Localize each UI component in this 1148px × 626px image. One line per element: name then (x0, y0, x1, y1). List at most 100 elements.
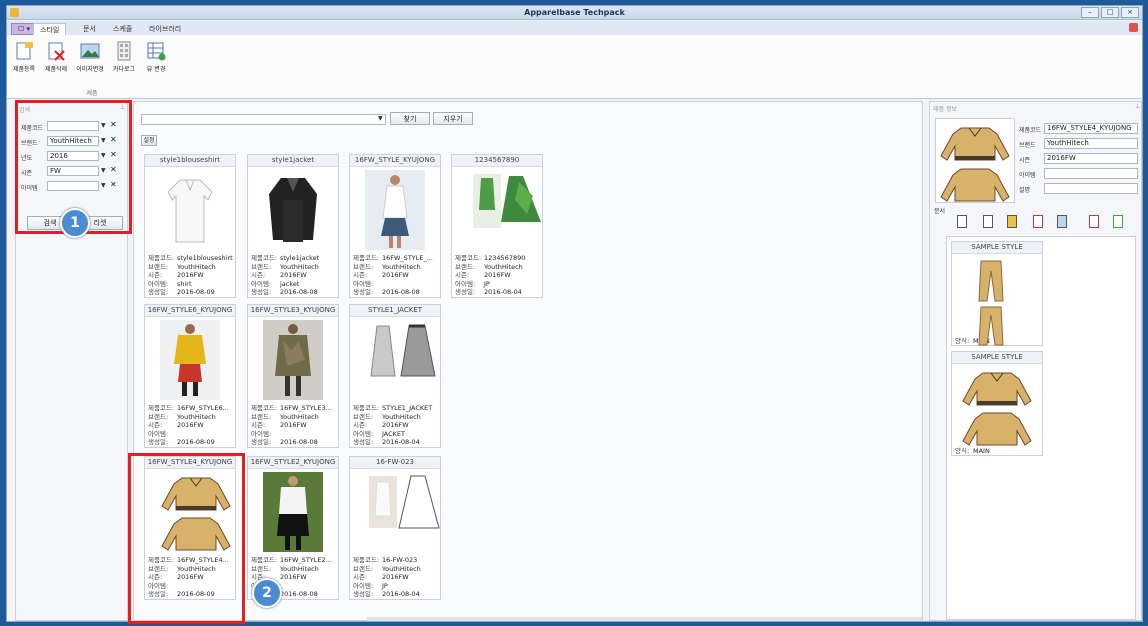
pin-icon[interactable]: ⊥ (1135, 103, 1140, 110)
settings-button[interactable]: 설정 (141, 135, 157, 146)
search-combo[interactable] (141, 114, 386, 125)
info-label: 생성일: (251, 438, 272, 446)
product-code: 16FW_STYLE3... (280, 404, 332, 412)
detail-field-value[interactable]: 16FW_STYLE4_KYUJONG (1044, 123, 1138, 134)
document-thumbnail (961, 257, 1033, 346)
product-created: 2016-08-04 (484, 288, 522, 296)
product-card[interactable]: 1234567890 제품코드: 1234567890 브랜드: YouthHitech… (451, 154, 543, 298)
product-card-info: 제품코드: STYLE1_JACKET 브랜드: YouthHitech 시즌: 2016… (350, 400, 440, 447)
product-brand: YouthHitech (484, 262, 523, 271)
scrollbar-horizontal[interactable] (367, 617, 922, 621)
delete-product-button[interactable]: 제품삭제 (41, 41, 71, 73)
chevron-down-icon[interactable]: ▼ (378, 115, 383, 122)
info-label: 생성일: (353, 288, 374, 296)
detail-field-label: 설명 (1019, 187, 1031, 194)
tab-style[interactable]: 스타일 (33, 23, 67, 35)
new-doc-icon[interactable] (957, 215, 967, 228)
bomber-jacket-back-icon (939, 128, 1011, 205)
maximize-button[interactable]: □ (1101, 7, 1119, 18)
product-card-info: 제품코드: style1jacket 브랜드: YouthHitech 시즌: 2016F… (248, 250, 338, 297)
product-card-title: 1234567890 (452, 155, 542, 167)
detail-field-value[interactable]: YouthHitech (1044, 138, 1138, 149)
info-label: 아이템: (353, 279, 374, 288)
document-thumbnail (961, 367, 1033, 446)
product-created: 2016-08-08 (280, 288, 318, 296)
product-card[interactable]: style1blouseshirt 제품코드: style1blouseshirt 브… (144, 154, 236, 298)
detail-field-value[interactable] (1044, 168, 1138, 179)
register-product-label: 제품등록 (12, 66, 36, 73)
product-code: style1blouseshirt (177, 254, 233, 262)
detail-field-value[interactable] (1044, 183, 1138, 194)
info-label: 시즌: (353, 573, 368, 581)
info-label: 아이템: (148, 429, 169, 438)
product-brand: YouthHitech (280, 412, 319, 421)
delete-doc-icon[interactable] (1033, 215, 1043, 228)
catalog-button[interactable]: 카다로그 (109, 41, 139, 73)
info-label: 브랜드: (251, 564, 272, 573)
product-card-info: 제품코드: 16FW_STYLE_... 브랜드: YouthHitech 시즌: 201… (350, 250, 440, 297)
close-button[interactable]: × (1121, 7, 1139, 18)
product-card[interactable]: 16FW_STYLE_KYUJONG 제품코드: 16FW_STYLE_... 브랜드… (349, 154, 441, 298)
product-season: 2016FW (484, 271, 511, 279)
change-view-button[interactable]: 뷰 변경 (141, 41, 171, 73)
clear-button[interactable]: 지우기 (433, 112, 473, 125)
minimize-button[interactable]: – (1081, 7, 1099, 18)
ribbon: 제품등록 제품삭제 이미지변경 카다로그 뷰 변경 제품 (7, 35, 1142, 99)
detail-field-value[interactable]: 2016FW (1044, 153, 1138, 164)
product-brand: YouthHitech (177, 262, 216, 271)
info-label: 브랜드: (353, 412, 374, 421)
info-label: 생성일: (353, 590, 374, 598)
import-doc-icon[interactable] (1113, 215, 1123, 228)
product-created: 2016-08-09 (177, 438, 215, 446)
product-card-title: style1jacket (248, 155, 338, 167)
product-item: JP (382, 581, 388, 590)
app-window: Apparelbase Techpack – □ × ☐ ▾ 스타일 문서 스케… (6, 5, 1143, 624)
highlight-box-selected-card (128, 453, 245, 624)
info-label: 생성일: (353, 438, 374, 446)
product-card[interactable]: style1jacket 제품코드: style1jacket 브랜드: YouthHi… (247, 154, 339, 298)
product-card[interactable]: 16-FW-023 제품코드: 16-FW-023 브랜드: YouthHitech 시즌… (349, 456, 441, 600)
info-label: 아이템: (353, 581, 374, 590)
help-icon[interactable] (1129, 23, 1138, 32)
register-product-button[interactable]: 제품등록 (9, 41, 39, 73)
info-label: 제품코드: (148, 404, 175, 412)
document-card[interactable]: SAMPLE STYLE양식:MAIN (951, 241, 1043, 346)
product-created: 2016-08-08 (280, 438, 318, 446)
product-season: 2016FW (280, 421, 307, 429)
product-brand: YouthHitech (382, 412, 421, 421)
info-label: 브랜드: (251, 412, 272, 421)
export-doc-icon[interactable] (1089, 215, 1099, 228)
find-button[interactable]: 찾기 (390, 112, 430, 125)
info-label: 브랜드: (353, 262, 374, 271)
product-brand: YouthHitech (280, 262, 319, 271)
product-code: 16FW_STYLE_... (382, 254, 433, 262)
product-season: 2016FW (177, 271, 204, 279)
change-image-button[interactable]: 이미지변경 (73, 41, 107, 73)
info-label: 제품코드: (251, 404, 278, 412)
change-view-label: 뷰 변경 (146, 66, 166, 73)
document-toolbar (941, 213, 1136, 231)
product-created: 2016-08-09 (177, 288, 215, 296)
product-card[interactable]: 16FW_STYLE6_KYUJONG 제품코드: 16FW_STYLE6... 브랜… (144, 304, 236, 448)
paste-doc-icon[interactable] (1057, 215, 1067, 228)
product-thumbnail (263, 170, 323, 250)
catalog-label: 카다로그 (112, 66, 136, 73)
detail-field-label: 시즌 (1019, 157, 1031, 164)
product-card-title: 16FW_STYLE6_KYUJONG (145, 305, 235, 317)
info-label: 브랜드: (251, 262, 272, 271)
copy-doc-icon[interactable] (1007, 215, 1017, 228)
detail-product-image (935, 118, 1015, 203)
document-card[interactable]: SAMPLE STYLE양식:MAIN (951, 351, 1043, 456)
tab-library[interactable]: 라이브러리 (143, 23, 187, 35)
edit-doc-icon[interactable] (983, 215, 993, 228)
product-card-info: 제품코드: 16FW_STYLE6... 브랜드: YouthHitech 시즌: 201… (145, 400, 235, 447)
product-card[interactable]: 16FW_STYLE3_KYUJONG 제품코드: 16FW_STYLE3... 브랜… (247, 304, 339, 448)
detail-panel-header: 제품 정보 (933, 106, 957, 113)
tab-schedule[interactable]: 스케줄 (107, 23, 138, 35)
info-label: 시즌: (251, 421, 266, 429)
product-card[interactable]: STYLE1_JACKET 제품코드: STYLE1_JACKET 브랜드: Youth… (349, 304, 441, 448)
info-label: 시즌: (148, 421, 163, 429)
product-season: 2016FW (382, 573, 409, 581)
tab-document[interactable]: 문서 (77, 23, 102, 35)
product-thumbnail (365, 170, 425, 250)
